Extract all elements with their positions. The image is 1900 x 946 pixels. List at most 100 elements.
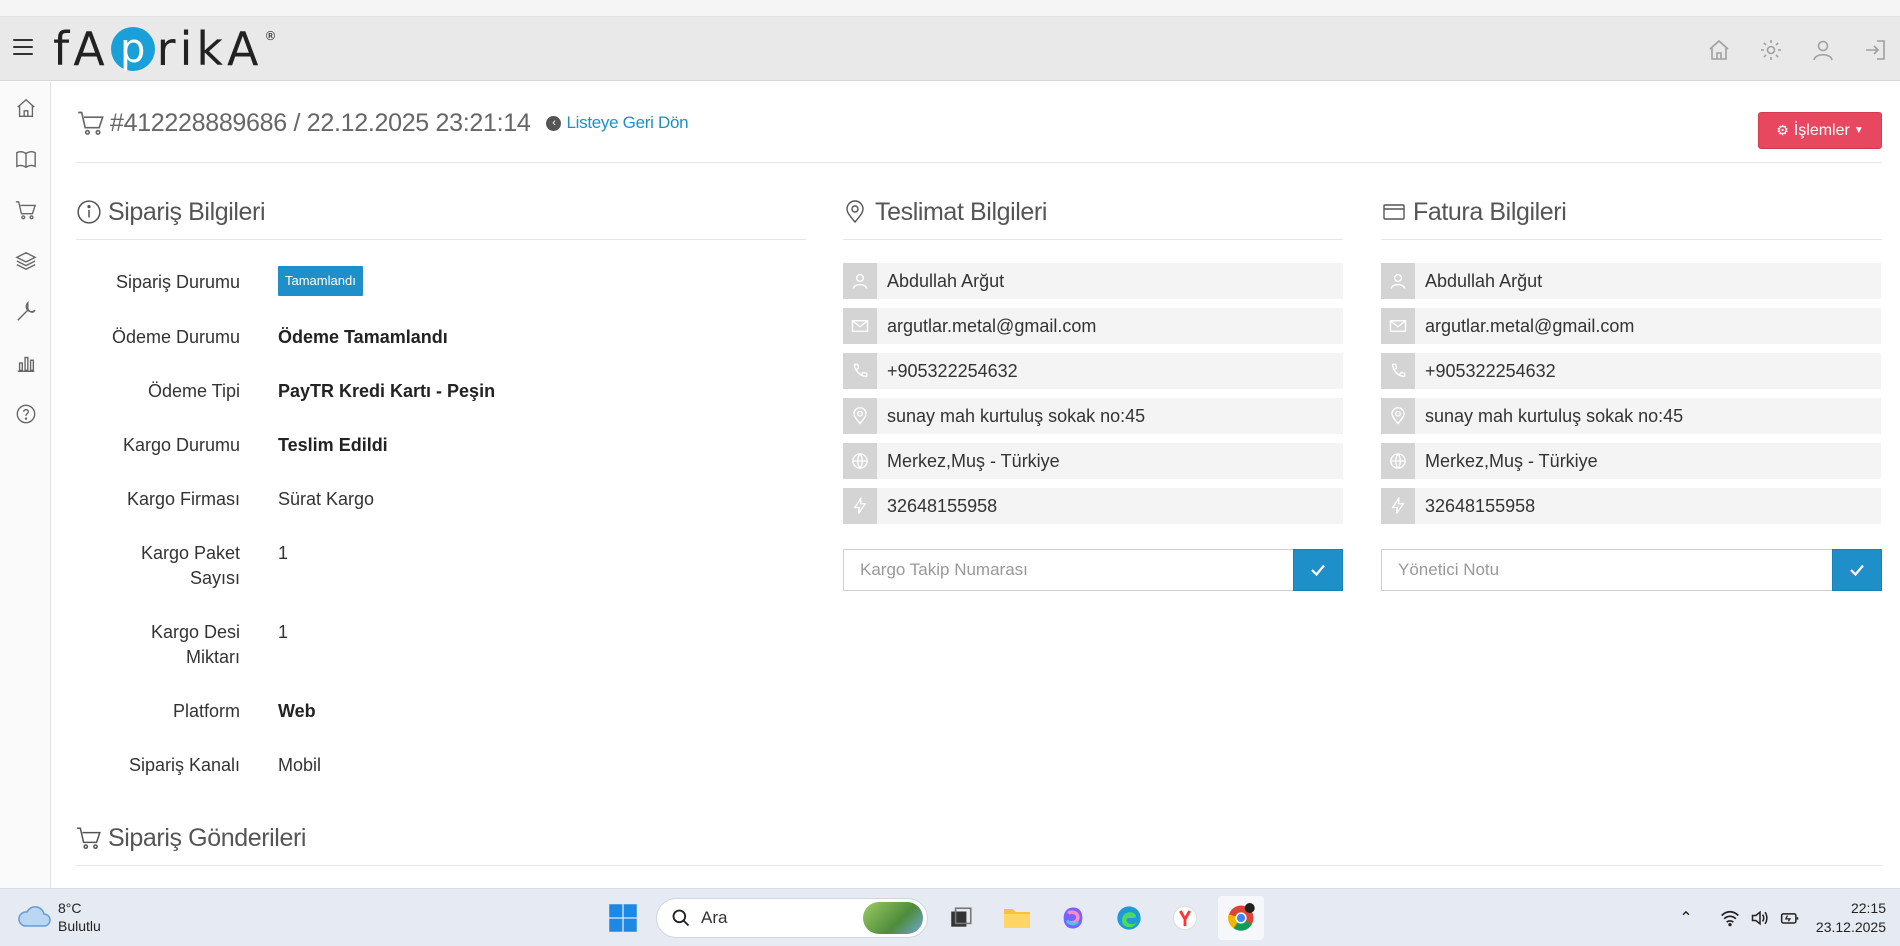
shipments-divider bbox=[76, 865, 1882, 866]
clock-date: 23.12.2025 bbox=[1815, 919, 1886, 935]
envelope-icon bbox=[1381, 308, 1415, 344]
user-icon bbox=[843, 263, 877, 299]
speaker-icon[interactable] bbox=[1746, 904, 1774, 932]
delivery-email-row: argutlar.metal@gmail.com bbox=[843, 308, 1343, 344]
sidebar bbox=[0, 82, 51, 888]
weather-temperature: 8°C bbox=[58, 900, 82, 916]
app-logo[interactable]: fA p rikA ® bbox=[53, 21, 276, 77]
help-icon bbox=[16, 404, 35, 423]
user-icon[interactable] bbox=[1808, 37, 1838, 63]
taskbar-search[interactable]: Ara bbox=[656, 898, 928, 938]
sidebar-item-catalog[interactable] bbox=[0, 133, 51, 184]
invoice-region: Merkez,Muş - Türkiye bbox=[1425, 450, 1598, 471]
payment-status-value: Ödeme Tamamlandı bbox=[278, 327, 448, 347]
wifi-icon[interactable] bbox=[1716, 904, 1744, 932]
invoice-email: argutlar.metal@gmail.com bbox=[1425, 315, 1635, 336]
invoice-region-row: Merkez,Muş - Türkiye bbox=[1381, 443, 1881, 479]
desi-amount-label-line1: Kargo Desi bbox=[150, 622, 240, 642]
globe-icon bbox=[1381, 443, 1415, 479]
invoice-phone-row: +905322254632 bbox=[1381, 353, 1881, 389]
os-taskbar: 8°C Bulutlu Ara ⌃ 22:15 23.12.2025 bbox=[0, 888, 1900, 946]
start-button[interactable] bbox=[600, 896, 646, 940]
order-info-title: Sipariş Bilgileri bbox=[108, 197, 266, 226]
clock-time: 22:15 bbox=[1850, 900, 1886, 916]
payment-status-label: Ödeme Durumu bbox=[111, 327, 240, 347]
admin-note-input[interactable] bbox=[1381, 549, 1832, 591]
home-icon[interactable] bbox=[1704, 37, 1734, 63]
logo-p-circle: p bbox=[110, 26, 155, 72]
invoice-info-title: Fatura Bilgileri bbox=[1413, 197, 1567, 226]
payment-type-label: Ödeme Tipi bbox=[147, 381, 240, 401]
platform-label: Platform bbox=[172, 701, 240, 721]
sidebar-item-help[interactable] bbox=[0, 388, 51, 439]
logo-text-left: fA bbox=[53, 22, 109, 76]
desi-amount-label-line2: Miktarı bbox=[186, 647, 240, 667]
battery-icon[interactable] bbox=[1776, 904, 1804, 932]
sidebar-item-orders[interactable] bbox=[0, 184, 51, 235]
package-count-value: 1 bbox=[278, 543, 289, 563]
sidebar-item-layers[interactable] bbox=[0, 235, 51, 286]
delivery-tax-row: 32648155958 bbox=[843, 488, 1343, 524]
weather-widget[interactable]: 8°C Bulutlu bbox=[16, 899, 101, 935]
back-to-list-link[interactable]: ‹ Listeye Geri Dön bbox=[546, 113, 689, 133]
package-count-label-line1: Kargo Paket bbox=[140, 543, 240, 563]
actions-dropdown-button[interactable]: ⚙ İşlemler ▼ bbox=[1758, 112, 1882, 149]
sidebar-item-tools[interactable] bbox=[0, 286, 51, 337]
search-icon bbox=[672, 909, 690, 927]
browser-tab-strip bbox=[0, 0, 1900, 17]
cart-icon bbox=[15, 200, 36, 219]
chevron-up-icon[interactable]: ⌃ bbox=[1672, 904, 1700, 932]
file-explorer-button[interactable] bbox=[994, 896, 1040, 940]
weather-condition: Bulutlu bbox=[58, 918, 101, 934]
delivery-info-heading: Teslimat Bilgileri bbox=[843, 195, 1047, 229]
wrench-icon bbox=[16, 300, 36, 321]
actions-label: İşlemler bbox=[1793, 121, 1850, 139]
invoice-address: sunay mah kurtuluş sokak no:45 bbox=[1425, 405, 1684, 426]
system-clock[interactable]: 22:15 23.12.2025 bbox=[1816, 899, 1886, 937]
delivery-region: Merkez,Muş - Türkiye bbox=[887, 450, 1060, 471]
status-badge: Tamamlandı bbox=[278, 266, 363, 296]
logo-text-right: rikA bbox=[156, 22, 263, 76]
edge-browser-button[interactable] bbox=[1106, 896, 1152, 940]
order-info-heading: Sipariş Bilgileri bbox=[76, 195, 266, 229]
bar-chart-icon bbox=[17, 356, 34, 372]
task-view-button[interactable] bbox=[938, 896, 984, 940]
app-header: fA p rikA ® bbox=[0, 17, 1900, 81]
main-content: #412228889686 / 22.12.2025 23:21:14 ‹ Li… bbox=[76, 82, 1882, 888]
yandex-browser-button[interactable] bbox=[1162, 896, 1208, 940]
copilot-button[interactable] bbox=[1050, 896, 1096, 940]
yandex-icon bbox=[1172, 905, 1198, 931]
system-tray: ⌃ 22:15 23.12.2025 bbox=[1672, 899, 1886, 937]
sidebar-item-reports[interactable] bbox=[0, 337, 51, 388]
cloud-icon bbox=[18, 906, 51, 927]
search-label: Ara bbox=[701, 908, 728, 927]
arrow-left-circle-icon: ‹ bbox=[546, 115, 562, 131]
gear-icon[interactable] bbox=[1756, 37, 1786, 63]
chrome-icon bbox=[1228, 903, 1255, 931]
save-tracking-button[interactable] bbox=[1293, 549, 1343, 591]
envelope-icon bbox=[843, 308, 877, 344]
order-info-divider bbox=[76, 239, 806, 240]
delivery-tax-number: 32648155958 bbox=[887, 495, 998, 516]
delivery-email: argutlar.metal@gmail.com bbox=[887, 315, 1097, 336]
save-note-button[interactable] bbox=[1832, 549, 1882, 591]
tracking-number-input[interactable] bbox=[843, 549, 1293, 591]
sidebar-item-home[interactable] bbox=[0, 82, 51, 133]
cart-icon bbox=[78, 111, 104, 135]
edge-icon bbox=[1117, 906, 1141, 930]
logout-icon[interactable] bbox=[1860, 37, 1890, 63]
delivery-address-row: sunay mah kurtuluş sokak no:45 bbox=[843, 398, 1343, 434]
folder-icon bbox=[1004, 909, 1030, 928]
invoice-name-row: Abdullah Arğut bbox=[1381, 263, 1881, 299]
order-status-label: Sipariş Durumu bbox=[115, 272, 240, 292]
delivery-info-divider bbox=[843, 239, 1343, 240]
delivery-info-title: Teslimat Bilgileri bbox=[875, 197, 1048, 226]
menu-toggle-icon[interactable] bbox=[13, 39, 33, 57]
search-highlight-image bbox=[863, 902, 923, 934]
package-count-label-line2: Sayısı bbox=[189, 568, 240, 588]
page-title: #412228889686 / 22.12.2025 23:21:14 bbox=[110, 108, 531, 137]
invoice-address-row: sunay mah kurtuluş sokak no:45 bbox=[1381, 398, 1881, 434]
chrome-browser-button[interactable] bbox=[1218, 896, 1264, 940]
cart-icon bbox=[76, 824, 104, 852]
shipments-title: Sipariş Gönderileri bbox=[108, 823, 307, 852]
